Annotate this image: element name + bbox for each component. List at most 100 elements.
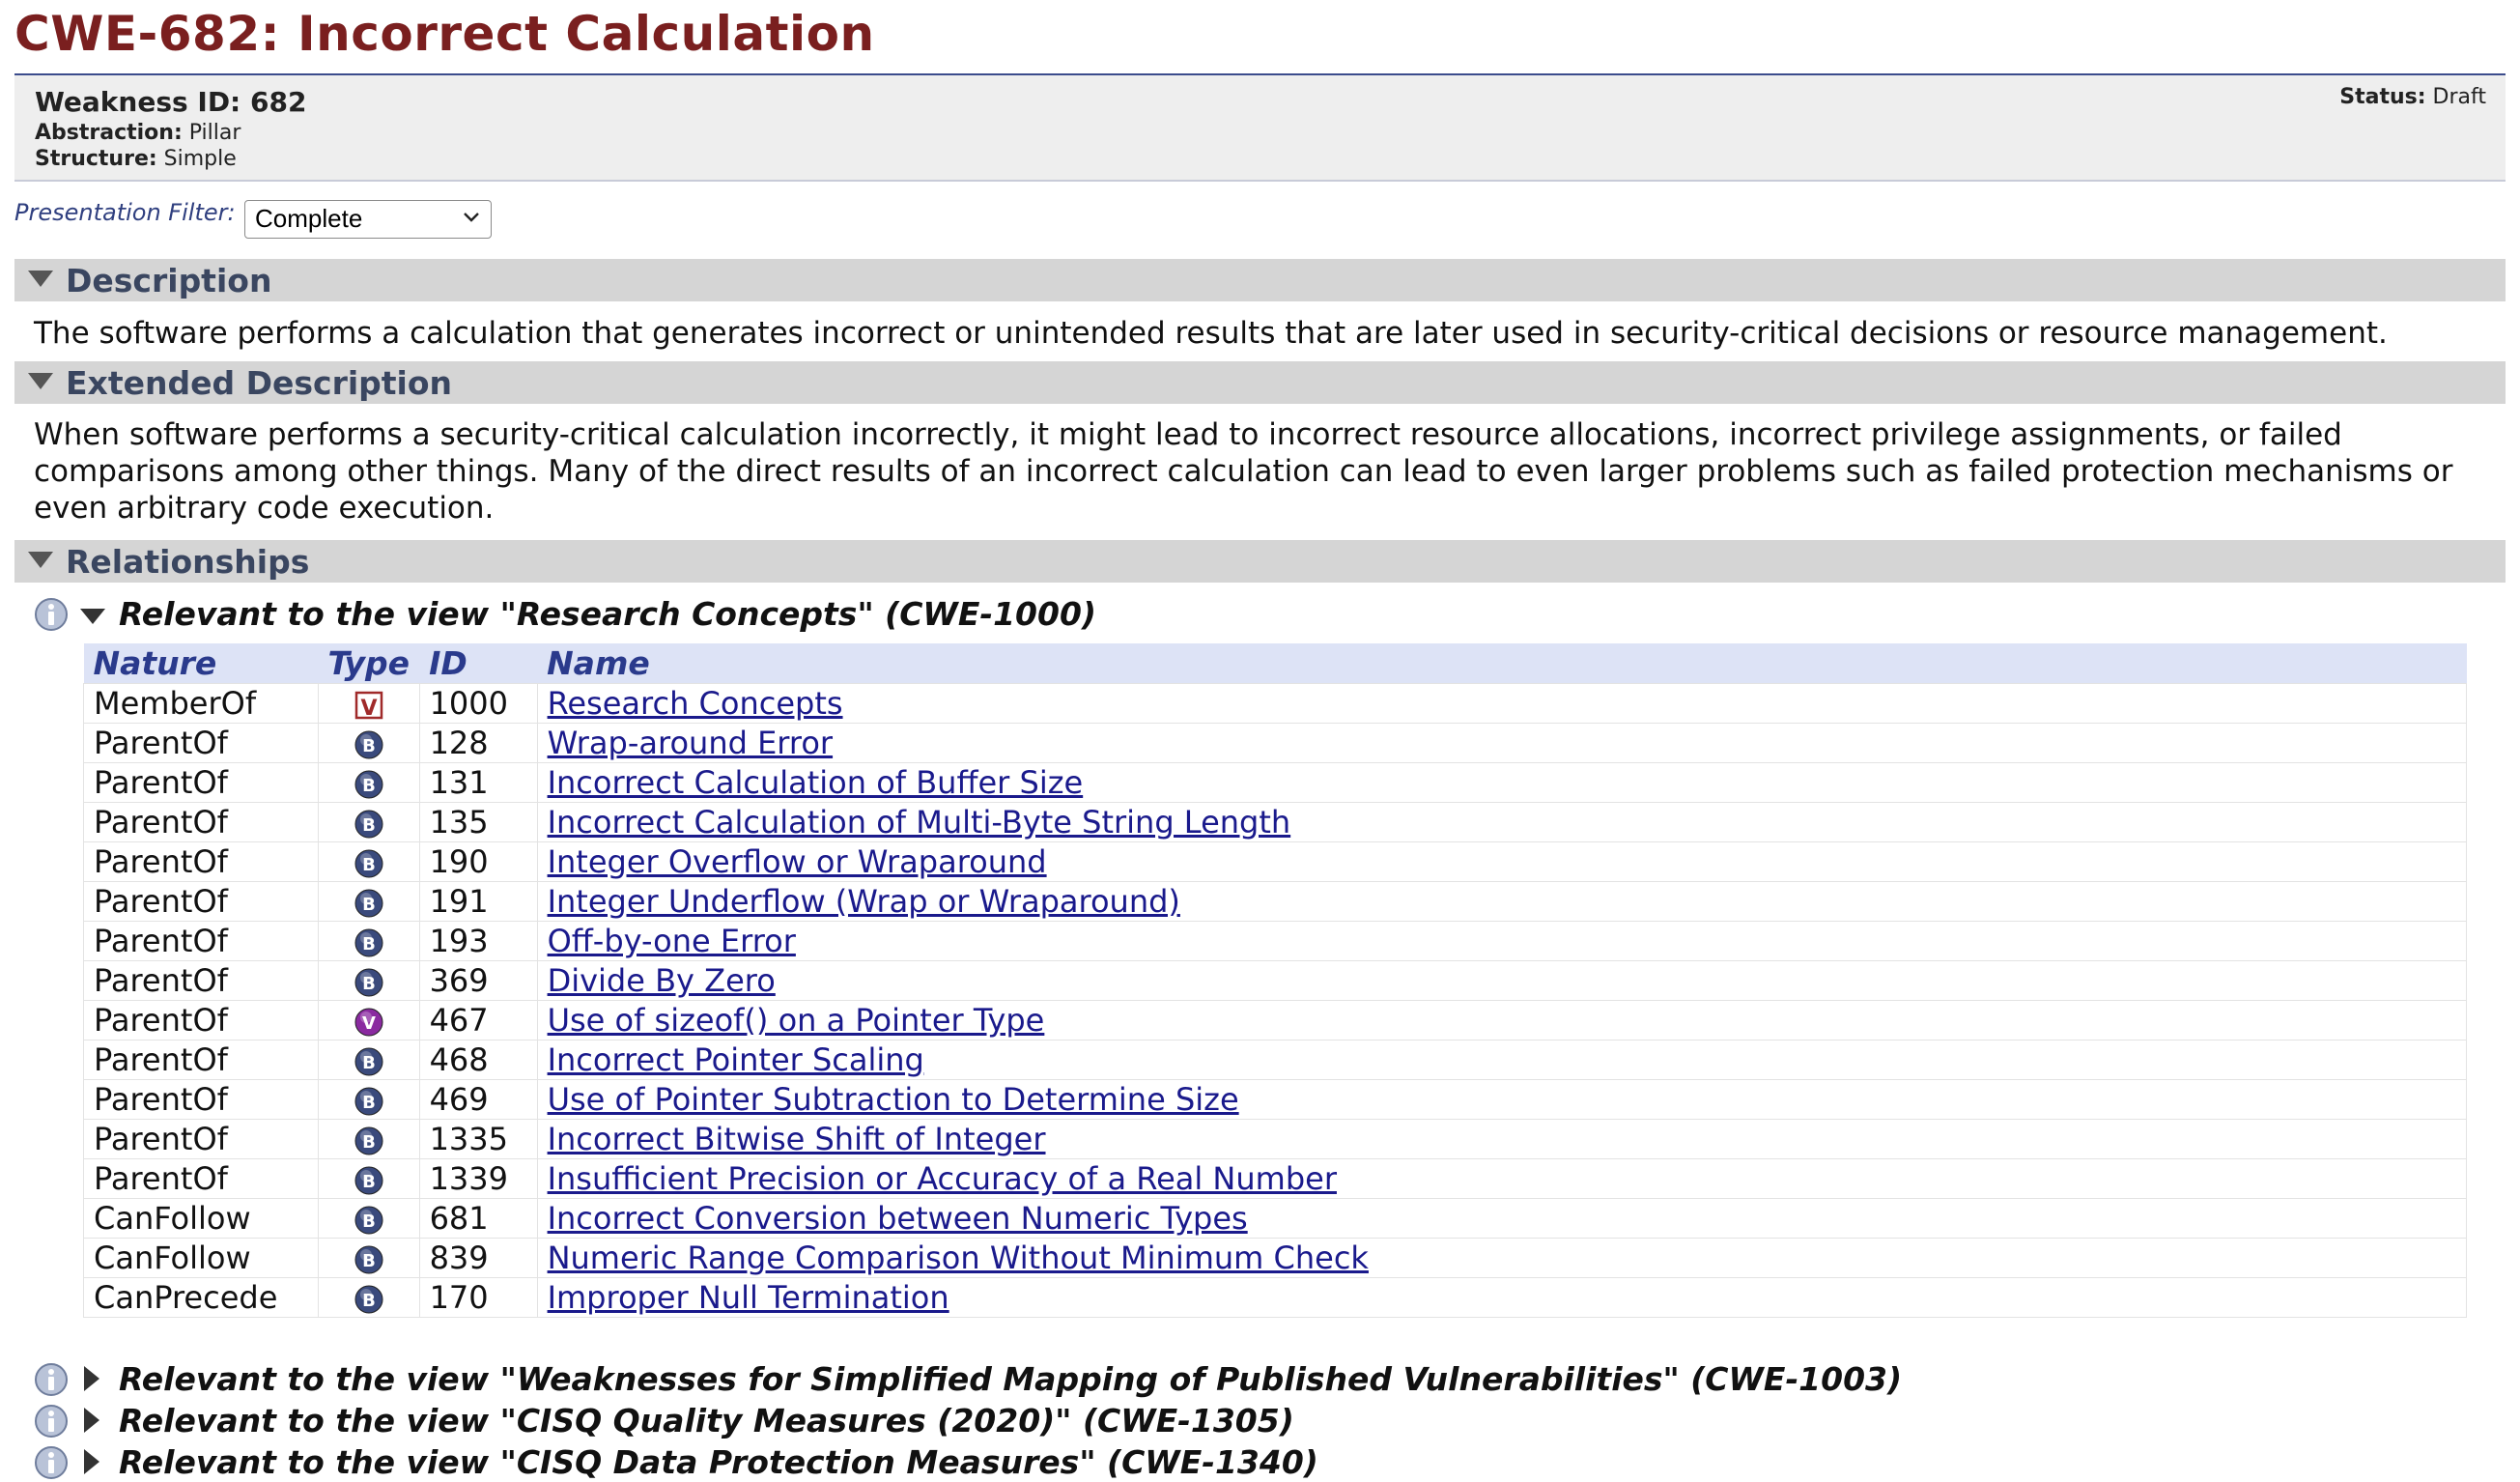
expand-triangle-icon[interactable] [84, 1408, 99, 1433]
info-icon[interactable] [34, 1445, 69, 1480]
base-icon: B [353, 1081, 385, 1118]
base-icon: B [353, 923, 385, 959]
section-relationships-title: Relationships [66, 543, 310, 581]
relationship-name-link[interactable]: Incorrect Conversion between Numeric Typ… [548, 1200, 1248, 1237]
relationship-name-cell: Incorrect Conversion between Numeric Typ… [536, 1198, 2468, 1239]
expand-triangle-icon[interactable] [84, 1449, 99, 1474]
relationship-name-link[interactable]: Improper Null Termination [548, 1279, 949, 1316]
view-icon: V [353, 685, 385, 722]
structure-label: Structure: [35, 147, 157, 171]
status-label: Status: [2339, 85, 2426, 109]
table-row: ParentOf B 369 Divide By Zero [83, 960, 2468, 1001]
svg-text:B: B [362, 1172, 376, 1192]
status-value: Draft [2432, 85, 2486, 109]
svg-text:V: V [362, 1013, 376, 1034]
structure-value: Simple [163, 147, 237, 171]
relationship-type: B [318, 841, 420, 882]
relationship-id: 681 [418, 1198, 538, 1239]
relationship-name-link[interactable]: Divide By Zero [548, 962, 776, 999]
relationship-type: B [318, 1119, 420, 1159]
svg-text:B: B [362, 1251, 376, 1271]
section-extended-description-title: Extended Description [66, 364, 453, 402]
relationship-id: 1000 [418, 683, 538, 724]
relationship-nature: ParentOf [83, 881, 319, 922]
relationship-name-link[interactable]: Incorrect Bitwise Shift of Integer [548, 1121, 1046, 1157]
table-row: ParentOf B 190 Integer Overflow or Wraparou… [83, 841, 2468, 882]
relationships-table-body: MemberOf V 1000 Research Concepts ParentOf B 1… [83, 683, 2468, 1318]
relationship-type: B [318, 1198, 420, 1239]
relationship-id: 191 [418, 881, 538, 922]
svg-text:B: B [362, 855, 376, 875]
relationship-nature: ParentOf [83, 1040, 319, 1080]
table-row: ParentOf B 128 Wrap-around Error [83, 723, 2468, 763]
info-icon[interactable] [34, 1404, 69, 1439]
table-row: ParentOf B 131 Incorrect Calculation of Buf… [83, 762, 2468, 803]
info-icon[interactable] [34, 1362, 69, 1397]
relationship-name-link[interactable]: Use of Pointer Subtraction to Determine … [548, 1081, 1239, 1118]
collapse-triangle-icon [28, 271, 53, 287]
relationship-name-link[interactable]: Off-by-one Error [548, 923, 796, 959]
relationship-type: B [318, 960, 420, 1001]
table-row: ParentOf B 469 Use of Pointer Subtraction t… [83, 1079, 2468, 1120]
svg-text:V: V [360, 697, 377, 721]
base-icon: B [353, 843, 385, 880]
collapse-triangle-icon [28, 373, 53, 389]
table-row: ParentOf B 468 Incorrect Pointer Scaling [83, 1040, 2468, 1080]
relationship-name-link[interactable]: Integer Overflow or Wraparound [548, 843, 1047, 880]
table-row: CanFollow B 681 Incorrect Conversion betwee… [83, 1198, 2468, 1239]
section-relationships-header[interactable]: Relationships [14, 540, 2506, 583]
relationship-type: B [318, 1158, 420, 1199]
table-row: ParentOf B 1335 Incorrect Bitwise Shift of … [83, 1119, 2468, 1159]
view-label: Relevant to the view "CISQ Data Protecti… [119, 1443, 1318, 1481]
extended-description-text: When software performs a security-critic… [34, 417, 2453, 526]
relationship-name-cell: Use of sizeof() on a Pointer Type [536, 1000, 2468, 1040]
info-icon[interactable] [34, 597, 69, 632]
relationship-nature: ParentOf [83, 723, 319, 763]
relationship-name-link[interactable]: Integer Underflow (Wrap or Wraparound) [548, 883, 1180, 920]
presentation-filter-select[interactable]: Complete [244, 200, 492, 239]
relationship-nature: CanPrecede [83, 1277, 319, 1318]
relationship-name-cell: Research Concepts [536, 683, 2468, 724]
relationship-name-cell: Use of Pointer Subtraction to Determine … [536, 1079, 2468, 1120]
base-icon: B [353, 962, 385, 999]
relationship-name-cell: Improper Null Termination [536, 1277, 2468, 1318]
description-text: The software performs a calculation that… [34, 316, 2388, 351]
relationship-name-cell: Divide By Zero [536, 960, 2468, 1001]
cwe-page: CWE-682: Incorrect Calculation Weakness … [0, 0, 2520, 1481]
relationship-name-link[interactable]: Use of sizeof() on a Pointer Type [548, 1002, 1045, 1039]
base-icon: B [353, 1240, 385, 1276]
presentation-filter-label: Presentation Filter: [14, 199, 236, 226]
relationship-name-link[interactable]: Incorrect Pointer Scaling [548, 1041, 924, 1078]
status: Status: Draft [2339, 85, 2486, 109]
table-header-row: Nature Type ID Name [83, 643, 2467, 684]
relationship-name-link[interactable]: Insufficient Precision or Accuracy of a … [548, 1160, 1337, 1197]
section-extended-description-header[interactable]: Extended Description [14, 361, 2506, 404]
expand-triangle-icon[interactable] [80, 609, 105, 624]
relationship-nature: ParentOf [83, 1119, 319, 1159]
table-row: ParentOf B 191 Integer Underflow (Wrap or W… [83, 881, 2468, 922]
column-header-type: Type [318, 643, 420, 684]
svg-text:B: B [362, 1132, 376, 1153]
relationship-type: B [318, 1238, 420, 1278]
svg-text:B: B [362, 895, 376, 915]
relationships-table: Nature Type ID Name MemberOf V 1000 Researc… [83, 643, 2468, 1318]
relationship-id: 128 [418, 723, 538, 763]
relationship-name-link[interactable]: Incorrect Calculation of Multi-Byte Stri… [548, 804, 1291, 841]
relationship-name-link[interactable]: Research Concepts [548, 685, 843, 722]
page-title: CWE-682: Incorrect Calculation [14, 6, 875, 62]
section-description-header[interactable]: Description [14, 259, 2506, 301]
relationship-type: V [318, 1000, 420, 1040]
base-icon: B [353, 764, 385, 801]
svg-text:B: B [362, 974, 376, 994]
relationship-name-cell: Integer Underflow (Wrap or Wraparound) [536, 881, 2468, 922]
relationship-name-link[interactable]: Incorrect Calculation of Buffer Size [548, 764, 1084, 801]
column-header-id: ID [419, 643, 538, 684]
view-label: Relevant to the view "Research Concepts"… [119, 595, 1096, 633]
relationship-name-link[interactable]: Numeric Range Comparison Without Minimum… [548, 1240, 1369, 1276]
relationship-name-link[interactable]: Wrap-around Error [548, 725, 834, 761]
chevron-down-icon [464, 213, 479, 222]
relationship-name-cell: Numeric Range Comparison Without Minimum… [536, 1238, 2468, 1278]
base-icon: B [353, 1200, 385, 1237]
expand-triangle-icon[interactable] [84, 1366, 99, 1391]
svg-text:B: B [362, 776, 376, 796]
